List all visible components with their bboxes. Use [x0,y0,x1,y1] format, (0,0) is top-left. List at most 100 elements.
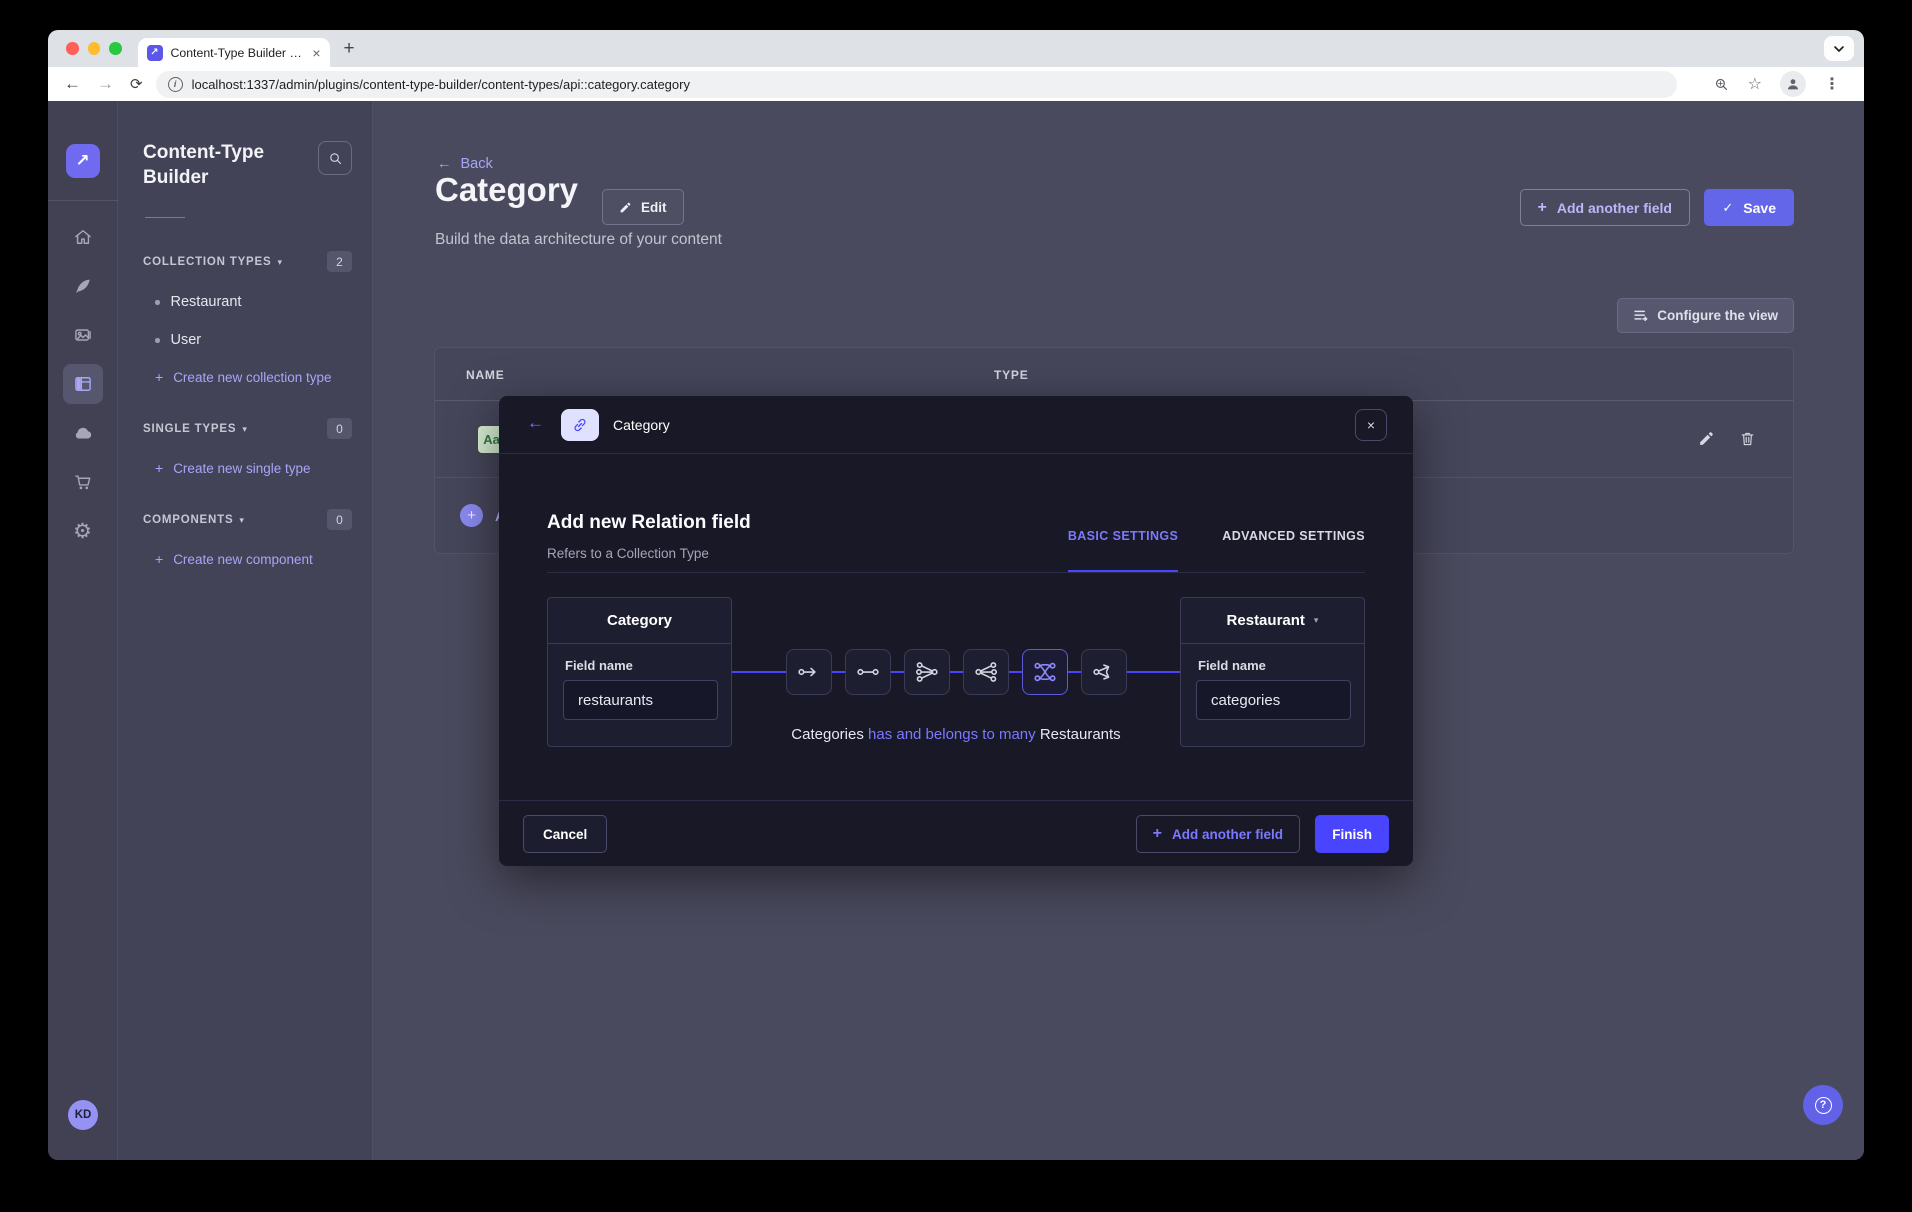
connector-line [832,671,845,673]
user-avatar[interactable]: KD [68,1100,98,1130]
page-info-icon[interactable]: i [168,77,183,92]
relation-one-to-many-button[interactable] [904,649,950,695]
column-type: TYPE [994,368,1029,382]
edit-field-button[interactable] [1698,430,1715,452]
page-subtitle: Build the data architecture of your cont… [435,231,722,249]
back-link[interactable]: ← Back [437,156,493,172]
table-header: NAME TYPE [435,348,1793,401]
add-relation-modal: ← Category × Add new Relation field Refe… [499,396,1413,866]
modal-subheading: Refers to a Collection Type [547,546,709,561]
nav-home-button[interactable] [63,217,103,257]
create-single-type-link[interactable]: + Create new single type [143,460,352,476]
tab-close-icon[interactable]: × [312,45,320,61]
zoom-icon[interactable] [1713,76,1730,93]
modal-tabs: BASIC SETTINGS ADVANCED SETTINGS [1068,529,1365,572]
search-icon [328,151,343,166]
plus-icon: + [1538,199,1547,217]
nav-media-library-button[interactable] [63,315,103,355]
tab-search-chevron-button[interactable] [1824,36,1854,61]
relation-many-to-one-button[interactable] [963,649,1009,695]
relation-one-to-one-button[interactable] [845,649,891,695]
question-mark-icon: ? [1815,1097,1832,1114]
browser-profile-avatar[interactable] [1780,71,1806,97]
bookmark-star-icon[interactable]: ☆ [1748,74,1762,94]
source-field-name-input[interactable] [563,680,718,720]
main-nav-rail: ↗ [48,101,118,1160]
pencil-icon [619,201,632,214]
plus-icon: + [155,369,163,385]
reload-icon[interactable]: ⟳ [130,75,143,93]
cancel-button[interactable]: Cancel [523,815,607,853]
home-icon [73,227,93,247]
browser-tab-strip: ↗ Content-Type Builder | Strapi × + [48,30,1864,67]
nav-settings-button[interactable]: ⚙ [63,511,103,551]
single-types-count-badge: 0 [327,418,352,439]
check-icon: ✓ [1722,200,1733,216]
plus-circle-icon: + [460,504,483,527]
sentence-subject: Categories [791,726,864,743]
target-collection-dropdown[interactable]: Restaurant ▾ [1181,598,1364,644]
modal-back-button[interactable]: ← [527,413,544,433]
arrow-left-icon: ← [437,156,452,172]
connector-line [1009,671,1022,673]
nav-content-type-builder-button[interactable] [63,364,103,404]
desktop-background: ↗ Content-Type Builder | Strapi × + ← → … [0,0,1912,1212]
modal-header: ← Category × [499,396,1413,454]
new-tab-button[interactable]: + [344,38,355,60]
tab-advanced-settings[interactable]: ADVANCED SETTINGS [1222,529,1365,572]
section-collection-types[interactable]: COLLECTION TYPES▾ 2 [143,251,352,272]
relation-many-to-many-button[interactable] [1022,649,1068,695]
item-label: Restaurant [171,294,242,310]
browser-window: ↗ Content-Type Builder | Strapi × + ← → … [48,30,1864,1160]
browser-menu-icon[interactable]: ⋮ [1824,74,1840,94]
nav-deploy-cloud-button[interactable] [63,413,103,453]
back-icon[interactable]: ← [64,74,81,94]
panel-search-button[interactable] [318,141,352,175]
address-bar[interactable]: i localhost:1337/admin/plugins/content-t… [156,71,1677,98]
configure-view-button[interactable]: Configure the view [1617,298,1794,333]
strapi-logo-icon[interactable]: ↗ [66,144,100,178]
components-count-badge: 0 [327,509,352,530]
add-another-field-button[interactable]: + Add another field [1520,189,1690,226]
modal-footer: Cancel + Add another field Finish [499,800,1413,866]
nav-content-manager-button[interactable] [63,266,103,306]
edit-button[interactable]: Edit [602,189,684,225]
modal-add-another-field-button[interactable]: + Add another field [1136,815,1300,853]
section-components[interactable]: COMPONENTS▾ 0 [143,509,352,530]
forward-icon[interactable]: → [97,74,114,94]
delete-field-button[interactable] [1739,430,1756,452]
sidebar-item-user[interactable]: User [143,332,352,348]
tab-basic-settings[interactable]: BASIC SETTINGS [1068,529,1178,572]
browser-tab[interactable]: ↗ Content-Type Builder | Strapi × [138,38,330,67]
content-type-builder-panel: Content-Type Builder COLLECTION TYPES▾ 2… [118,101,373,1160]
target-card: Restaurant ▾ Field name [1180,597,1365,747]
relation-many-way-button[interactable] [1081,649,1127,695]
save-button[interactable]: ✓ Save [1704,189,1794,226]
connector-line [1068,671,1081,673]
sentence-relation: has and belongs to many [868,726,1036,743]
relation-one-way-button[interactable] [786,649,832,695]
window-minimize-button[interactable] [88,42,101,55]
chevron-down-icon: ▾ [239,515,244,525]
section-single-types[interactable]: SINGLE TYPES▾ 0 [143,418,352,439]
window-zoom-button[interactable] [109,42,122,55]
help-button[interactable]: ? [1803,1085,1843,1125]
target-field-name-input[interactable] [1196,680,1351,720]
url-text: localhost:1337/admin/plugins/content-typ… [192,77,690,92]
finish-button[interactable]: Finish [1315,815,1389,853]
create-collection-type-link[interactable]: + Create new collection type [143,369,352,385]
create-component-link[interactable]: + Create new component [143,551,352,567]
single-types-label: SINGLE TYPES [143,423,236,435]
window-close-button[interactable] [66,42,79,55]
modal-close-button[interactable]: × [1355,409,1387,441]
connector-line [1127,671,1181,673]
modal-title: Category [613,417,670,433]
relation-type-selector [732,649,1180,695]
one-to-many-icon [914,659,940,685]
close-icon: × [1367,417,1375,433]
many-way-icon [1091,659,1117,685]
gear-icon: ⚙ [73,521,92,542]
nav-marketplace-button[interactable] [63,462,103,502]
bullet-icon [155,300,160,305]
sidebar-item-restaurant[interactable]: Restaurant [143,294,352,310]
